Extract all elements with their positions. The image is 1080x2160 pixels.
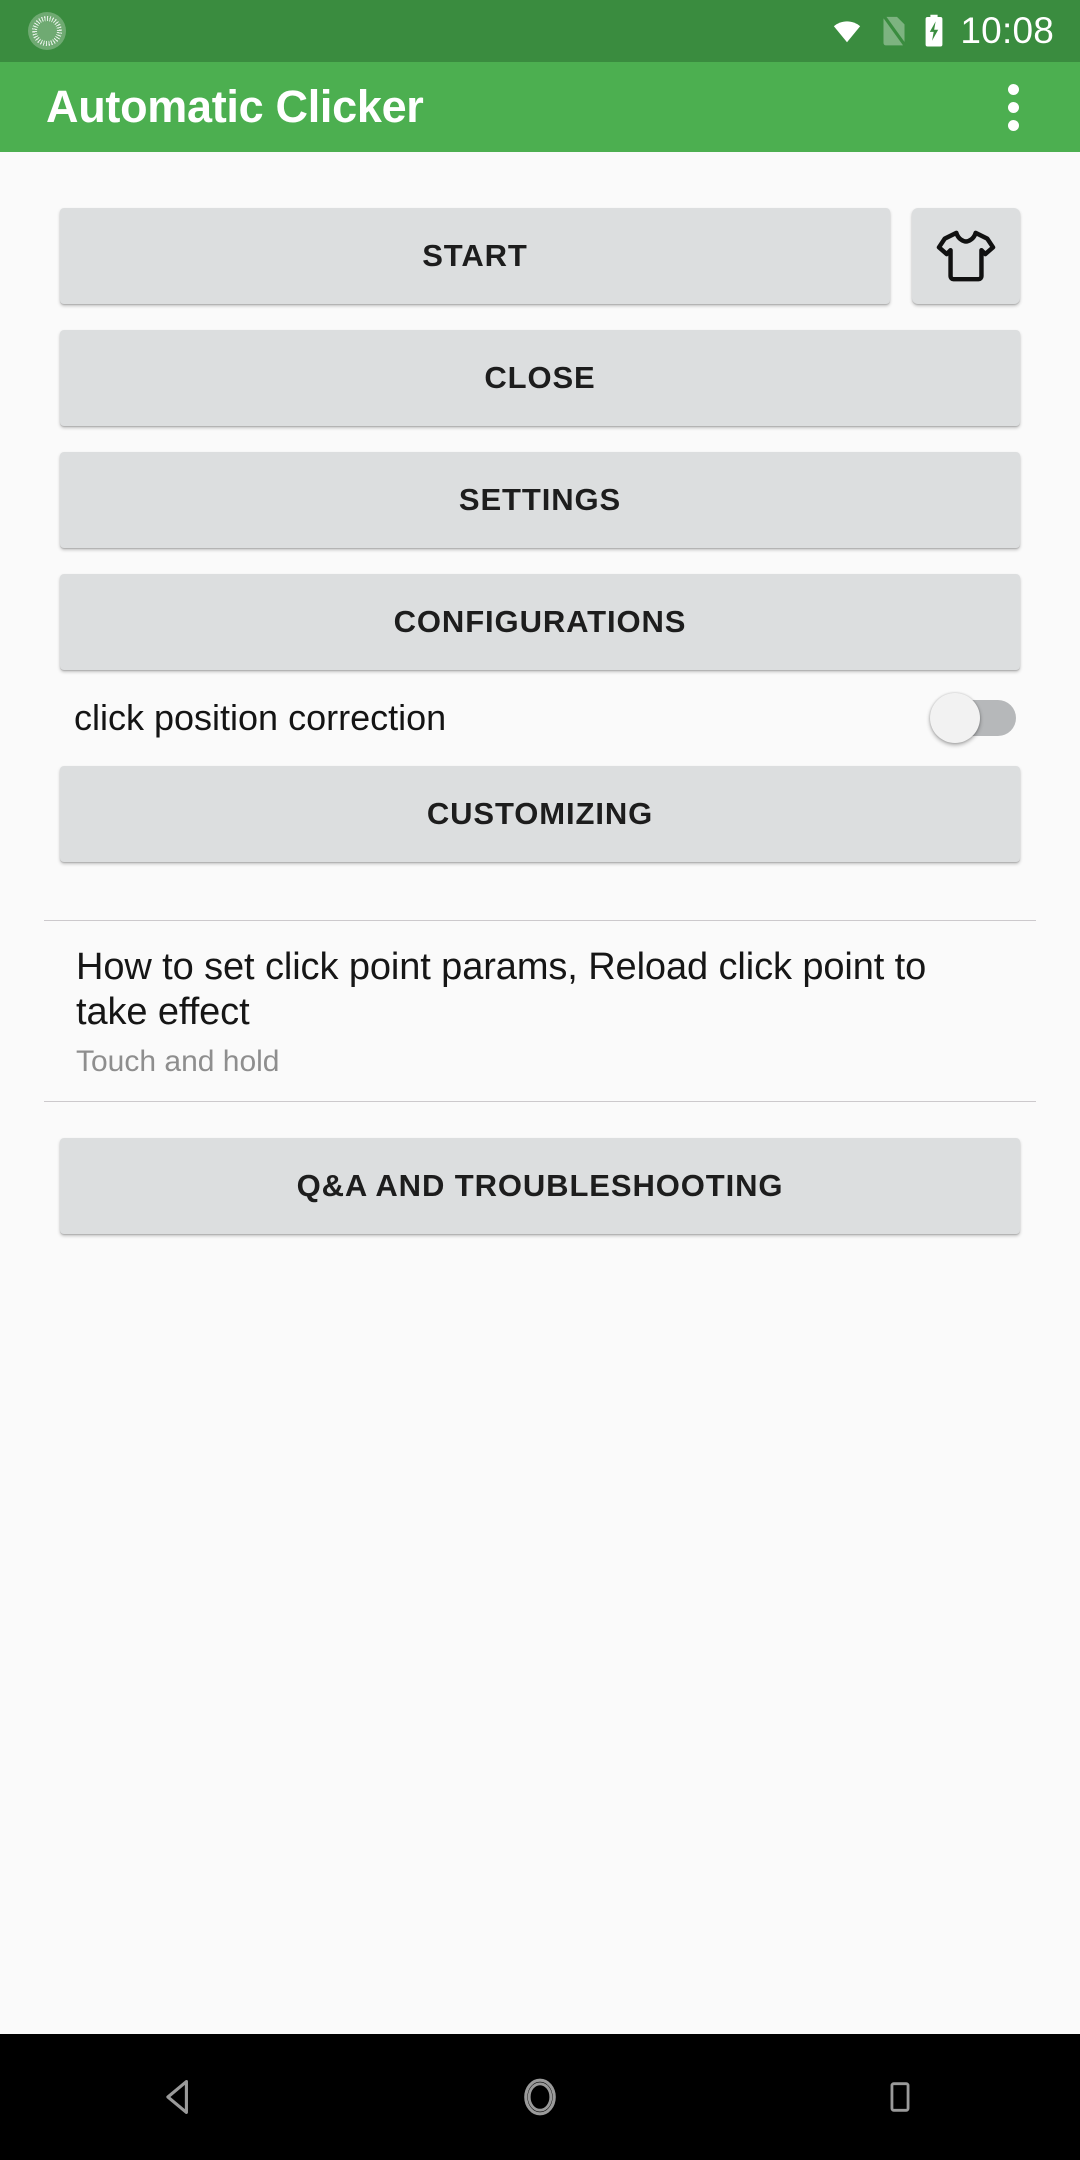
info-title: How to set click point params, Reload cl… (76, 946, 927, 1033)
phone-screen: 10:08 Automatic Clicker START CLOSE SETT… (0, 0, 1080, 2160)
notification-circle-icon (28, 12, 66, 50)
info-subtitle: Touch and hold (76, 1044, 280, 1078)
nav-recents-button[interactable] (810, 2034, 990, 2160)
status-bar-clock: 10:08 (960, 9, 1054, 51)
battery-charging-icon (926, 14, 943, 47)
overflow-dot (1007, 83, 1019, 95)
customizing-button[interactable]: CUSTOMIZING (60, 766, 1020, 862)
main-content: START CLOSE SETTINGS CONFIGURATIONS clic… (0, 152, 1080, 2034)
page-title: Automatic Clicker (46, 81, 424, 132)
no-sim-icon (883, 15, 907, 47)
wifi-icon (834, 21, 861, 43)
more-vert-icon[interactable] (980, 74, 1046, 140)
tshirt-button[interactable] (912, 208, 1020, 304)
configurations-button[interactable]: CONFIGURATIONS (60, 574, 1020, 670)
nav-home-button[interactable] (450, 2034, 630, 2160)
tshirt-icon (936, 230, 996, 282)
status-bar: 10:08 (0, 0, 1080, 62)
overflow-dot (1007, 119, 1019, 131)
settings-button[interactable]: SETTINGS (60, 452, 1020, 548)
switch-thumb (930, 693, 980, 743)
info-preference[interactable]: How to set click point params, Reload cl… (60, 921, 1020, 1101)
app-bar: Automatic Clicker (0, 62, 1080, 152)
status-bar-notifications (28, 12, 66, 50)
click-position-correction-label: click position correction (74, 697, 447, 738)
qa-troubleshooting-button[interactable]: Q&A AND TROUBLESHOOTING (60, 1137, 1020, 1234)
overflow-dot (1007, 101, 1019, 113)
start-row: START (60, 208, 1020, 304)
click-position-correction-row[interactable]: click position correction (60, 670, 1020, 766)
nav-back-button[interactable] (90, 2034, 270, 2160)
back-triangle-icon (166, 2080, 188, 2114)
recents-square-icon (890, 2082, 910, 2112)
click-position-correction-switch[interactable] (930, 693, 1016, 743)
system-navigation-bar (0, 2034, 1080, 2160)
status-bar-system-icons: 10:08 (828, 12, 1054, 51)
start-button[interactable]: START (60, 208, 890, 304)
home-circle-icon (524, 2078, 556, 2116)
close-button[interactable]: CLOSE (60, 330, 1020, 426)
